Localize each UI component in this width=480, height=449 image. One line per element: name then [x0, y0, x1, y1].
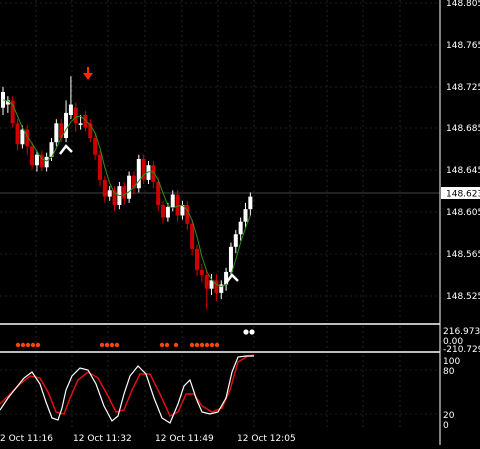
candle-body: [54, 123, 59, 143]
candle-body: [73, 107, 78, 124]
candle-body: [228, 246, 233, 272]
signal-dot: [209, 342, 215, 348]
candle-body: [15, 123, 20, 145]
candle-body: [107, 190, 112, 197]
time-label: 12 Oct 11:49: [155, 434, 214, 444]
signal-dot: [114, 342, 120, 348]
signal-dot: [104, 342, 110, 348]
signal-dot: [30, 342, 36, 348]
time-label: 2 Oct 11:16: [0, 434, 53, 444]
price-label: 148.765: [446, 41, 480, 51]
candle-body: [122, 186, 127, 199]
candle-body: [30, 146, 35, 166]
candle-body: [175, 194, 180, 216]
candle-body: [185, 204, 190, 224]
signal-dot: [173, 342, 179, 348]
panel-separator[interactable]: [0, 323, 440, 325]
signal-dot: [204, 342, 210, 348]
signal-dot: [249, 329, 255, 335]
candle-body: [204, 275, 209, 289]
candle-body: [78, 123, 83, 125]
candle-body: [127, 175, 132, 199]
signal-dot: [164, 342, 170, 348]
price-label: 148.645: [446, 166, 480, 176]
trading-chart[interactable]: 148.805 148.765 148.725 148.685 148.645 148.6…: [0, 0, 480, 445]
candle-body: [64, 112, 69, 139]
time-label: 12 Oct 12:05: [237, 434, 296, 444]
signal-dot: [189, 342, 195, 348]
indicator1-level-low: -210.729: [443, 345, 480, 355]
candle-body: [44, 156, 49, 168]
candle-body: [156, 181, 161, 205]
time-label: 12 Oct 11:32: [73, 434, 132, 444]
candle-body: [34, 154, 39, 166]
signal-dot: [199, 342, 205, 348]
stochastic-level-80: 80: [443, 367, 455, 377]
signal-dot: [214, 342, 220, 348]
candle-body: [243, 209, 248, 222]
indicator1-level-high: 216.973: [443, 327, 480, 337]
price-label: 148.725: [446, 83, 480, 93]
current-price-badge: 148.623: [441, 187, 480, 200]
candle-body: [161, 204, 166, 218]
candle-body: [136, 158, 141, 189]
signal-dot: [35, 342, 41, 348]
price-label: 148.685: [446, 124, 480, 134]
signal-dot: [159, 342, 165, 348]
stochastic-level-20: 20: [443, 411, 455, 421]
candle-body: [214, 280, 219, 293]
price-label: 148.525: [446, 292, 480, 302]
signal-dot: [20, 342, 26, 348]
signal-dot: [15, 342, 21, 348]
candle-body: [165, 207, 170, 218]
price-label: 148.805: [446, 0, 480, 9]
panel-separator[interactable]: [0, 351, 440, 353]
signal-dot: [99, 342, 105, 348]
candle-body: [248, 196, 253, 210]
stochastic-level-0: 0: [443, 421, 449, 431]
candle-body: [238, 221, 243, 235]
current-price-label: 148.623: [446, 190, 480, 200]
signal-dot: [243, 329, 249, 335]
candle-body: [68, 104, 73, 115]
candle-body: [20, 129, 25, 145]
candle-body: [195, 248, 199, 270]
signal-dot: [109, 342, 115, 348]
candle-body: [102, 179, 107, 197]
signal-dot: [194, 342, 200, 348]
candle-body: [190, 223, 195, 249]
signal-dot: [25, 342, 31, 348]
candle-body: [93, 138, 98, 155]
candle-body: [233, 234, 238, 247]
candle-body: [199, 269, 204, 276]
price-label: 148.565: [446, 250, 480, 260]
stochastic-level-100: 100: [443, 357, 460, 367]
price-label: 148.605: [446, 208, 480, 218]
candle-body: [98, 154, 102, 180]
candle-body: [170, 194, 175, 208]
